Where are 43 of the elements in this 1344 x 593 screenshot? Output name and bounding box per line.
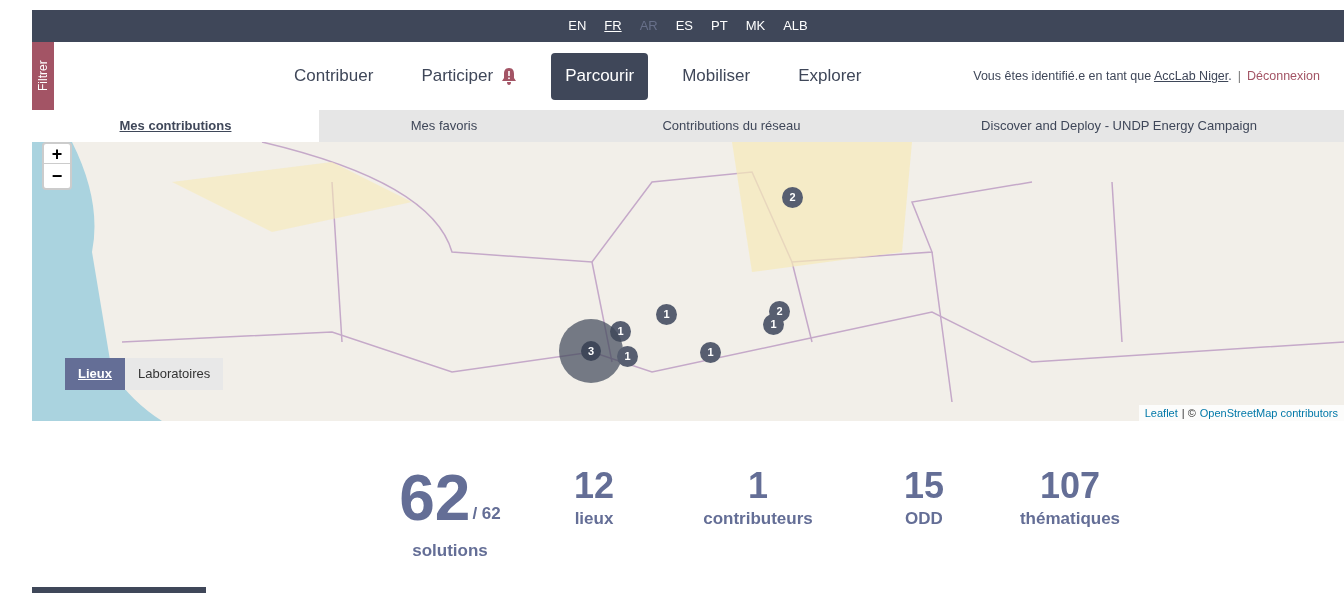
map-marker[interactable]: 1 <box>763 314 784 335</box>
stat-label: ODD <box>905 508 943 530</box>
nav-button[interactable]: Participer <box>407 52 532 100</box>
map[interactable]: + − Lieux Laboratoires 2 1 2 1 1 3 1 1 Leaflet | © OpenStreetMap contributors <box>32 142 1344 421</box>
stat-total: / 62 <box>472 502 501 525</box>
nav-button[interactable]: Contribuer <box>280 52 388 100</box>
stat-value: 12 <box>573 466 614 506</box>
language-link[interactable]: FR <box>604 16 622 36</box>
map-marker[interactable]: 1 <box>656 304 677 325</box>
stat-value: 1 <box>748 466 768 506</box>
zoom-in-button[interactable]: + <box>44 144 70 164</box>
stat-label: contributeurs <box>703 508 813 530</box>
stat-label: lieux <box>574 508 614 530</box>
logout-link[interactable]: Déconnexion <box>1247 66 1320 86</box>
stat-value: 15 <box>903 466 944 506</box>
stat-value: 62 <box>399 466 471 530</box>
language-link[interactable]: ALB <box>783 16 808 36</box>
layer-toggle[interactable]: Laboratoires <box>124 358 224 390</box>
tab[interactable]: Mes contributions <box>32 110 319 142</box>
filter-tab[interactable]: Filtrer <box>32 42 54 110</box>
language-link[interactable]: EN <box>568 16 587 36</box>
separator: | <box>1237 67 1242 85</box>
nav-button[interactable]: Mobiliser <box>668 52 765 100</box>
tab[interactable]: Contributions du réseau <box>569 110 894 142</box>
language-link[interactable]: ES <box>675 16 694 36</box>
zoom-out-button[interactable]: − <box>44 164 70 188</box>
map-marker[interactable]: 1 <box>700 342 721 363</box>
stat-label: solutions <box>412 540 488 562</box>
leaflet-link[interactable]: Leaflet <box>1144 404 1178 421</box>
login-status: Vous êtes identifié.e en tant que AccLab Niger. <box>973 67 1232 85</box>
language-link[interactable]: MK <box>745 16 766 36</box>
tab[interactable]: Discover and Deploy - UNDP Energy Campaign <box>894 110 1344 142</box>
stat-label: thématiques <box>1019 508 1121 530</box>
layer-toggle[interactable]: Lieux <box>65 358 125 390</box>
account-link[interactable]: AccLab Niger <box>1153 68 1229 83</box>
openstreetmap-link[interactable]: OpenStreetMap contributors <box>1199 404 1338 421</box>
tab[interactable]: Mes favoris <box>319 110 569 142</box>
nav-button[interactable]: Explorer <box>784 52 876 100</box>
nav-button[interactable]: Parcourir <box>551 52 649 100</box>
attribution-separator: | © <box>1181 405 1196 421</box>
partial-button[interactable] <box>32 587 206 593</box>
stat-value: 107 <box>1039 466 1101 506</box>
language-link[interactable]: PT <box>711 16 728 36</box>
